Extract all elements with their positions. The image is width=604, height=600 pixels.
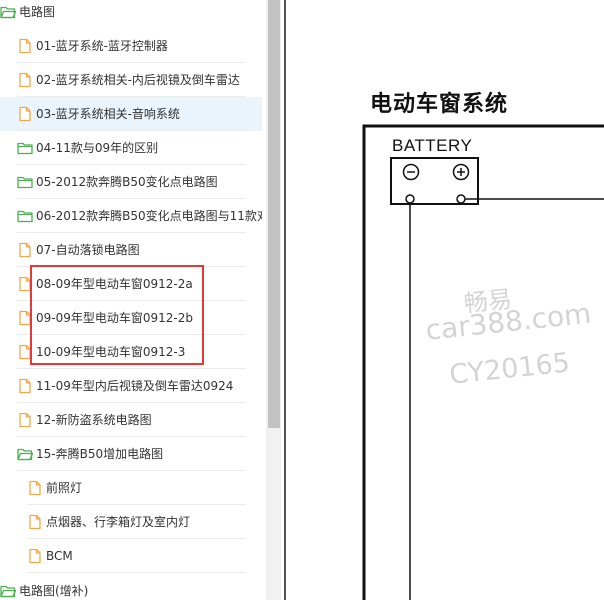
tree-item-label: 04-11款与09年的区别 bbox=[36, 141, 159, 155]
battery-label: BATTERY bbox=[392, 136, 473, 155]
folder-open-icon bbox=[0, 4, 17, 20]
tree-root-circuit-supplement[interactable]: 电路图(增补) bbox=[0, 574, 262, 600]
sidebar-tree: 电路图 01-蓝牙系统-蓝牙控制器 02-蓝牙系统相关-内后视镜及倒车雷达 03-蓝… bbox=[0, 0, 268, 600]
tree-item-label: 06-2012款奔腾B50变化点电路图与11款对 bbox=[36, 209, 262, 223]
tree-item-label: 03-蓝牙系统相关-音响系统 bbox=[36, 107, 180, 121]
tree-item-label: 05-2012款奔腾B50变化点电路图 bbox=[36, 175, 218, 189]
battery-node-positive bbox=[456, 194, 466, 204]
diagram-title: 电动车窗系统 bbox=[370, 92, 509, 117]
tree-root-circuit-diagrams[interactable]: 电路图 bbox=[0, 0, 262, 29]
tree-item-label: 09-09年型电动车窗0912-2b bbox=[36, 311, 193, 325]
tree-item[interactable]: 03-蓝牙系统相关-音响系统 bbox=[0, 97, 262, 131]
tree-item[interactable]: 12-新防盗系统电路图 bbox=[0, 403, 262, 437]
file-icon bbox=[27, 480, 43, 496]
tree-item[interactable]: 点烟器、行李箱灯及室内灯 bbox=[0, 505, 262, 539]
tree-item[interactable]: 15-奔腾B50增加电路图 bbox=[0, 437, 262, 471]
tree-item-label: 11-09年型内后视镜及倒车雷达0924 bbox=[36, 379, 234, 393]
tree-root-label: 电路图 bbox=[19, 5, 56, 19]
tree-item-label: 15-奔腾B50增加电路图 bbox=[36, 447, 164, 461]
tree-item-label: 07-自动落锁电路图 bbox=[36, 243, 140, 257]
file-icon bbox=[17, 378, 33, 394]
tree-item-label: 10-09年型电动车窗0912-3 bbox=[36, 345, 186, 359]
folder-icon bbox=[17, 208, 33, 224]
tree-item-label: 02-蓝牙系统相关-内后视镜及倒车雷达 bbox=[36, 73, 240, 87]
tree-item[interactable]: 06-2012款奔腾B50变化点电路图与11款对 bbox=[0, 199, 262, 233]
tree-root-label: 电路图(增补) bbox=[19, 584, 89, 598]
scrollbar-thumb[interactable] bbox=[268, 0, 280, 428]
file-icon bbox=[17, 276, 33, 292]
tree-item[interactable]: 05-2012款奔腾B50变化点电路图 bbox=[0, 165, 262, 199]
tree-item[interactable]: 02-蓝牙系统相关-内后视镜及倒车雷达 bbox=[0, 63, 262, 97]
tree-item[interactable]: BCM bbox=[0, 539, 262, 573]
app-window: 电路图 01-蓝牙系统-蓝牙控制器 02-蓝牙系统相关-内后视镜及倒车雷达 03-蓝… bbox=[0, 0, 604, 600]
folder-open-icon bbox=[17, 446, 34, 462]
battery-node-negative bbox=[405, 194, 415, 204]
folder-icon bbox=[17, 140, 33, 156]
file-icon bbox=[17, 310, 33, 326]
tree-item-label: 08-09年型电动车窗0912-2a bbox=[36, 277, 193, 291]
file-icon bbox=[17, 412, 33, 428]
tree-item[interactable]: 07-自动落锁电路图 bbox=[0, 233, 262, 267]
tree-item-label: BCM bbox=[46, 549, 73, 563]
file-icon bbox=[27, 548, 43, 564]
row-separator bbox=[27, 572, 246, 573]
file-icon bbox=[17, 106, 33, 122]
tree-item-label: 01-蓝牙系统-蓝牙控制器 bbox=[36, 39, 168, 53]
tree-item-label: 前照灯 bbox=[46, 481, 83, 495]
file-icon bbox=[17, 344, 33, 360]
tree-item[interactable]: 前照灯 bbox=[0, 471, 262, 505]
tree-item[interactable]: 11-09年型内后视镜及倒车雷达0924 bbox=[0, 369, 262, 403]
folder-icon bbox=[17, 174, 33, 190]
tree-item[interactable]: 09-09年型电动车窗0912-2b bbox=[0, 301, 262, 335]
file-icon bbox=[17, 72, 33, 88]
file-icon bbox=[17, 38, 33, 54]
tree-item-label: 12-新防盗系统电路图 bbox=[36, 413, 152, 427]
tree-item[interactable]: 01-蓝牙系统-蓝牙控制器 bbox=[0, 29, 262, 63]
file-icon bbox=[17, 242, 33, 258]
document-viewer: 电动车窗系统 BATTERY 畅易 car388.com CY20165 bbox=[286, 0, 604, 600]
tree-item-label: 点烟器、行李箱灯及室内灯 bbox=[46, 515, 191, 529]
folder-open-icon bbox=[0, 583, 17, 599]
file-icon bbox=[27, 514, 43, 530]
tree-item[interactable]: 10-09年型电动车窗0912-3 bbox=[0, 335, 262, 369]
tree-item[interactable]: 04-11款与09年的区别 bbox=[0, 131, 262, 165]
tree-item[interactable]: 08-09年型电动车窗0912-2a bbox=[0, 267, 262, 301]
